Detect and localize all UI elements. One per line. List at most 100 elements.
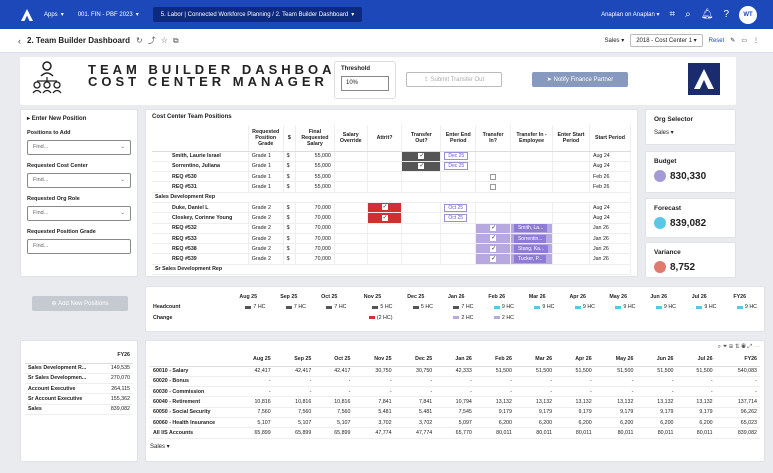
end-period-cell[interactable]	[440, 233, 477, 245]
help-icon[interactable]: ?	[723, 9, 729, 20]
salary-override-cell[interactable]	[334, 202, 368, 214]
checkbox-checked[interactable]	[490, 234, 496, 242]
view-icon[interactable]: ◉	[741, 344, 746, 350]
start-period-input[interactable]	[552, 202, 590, 214]
end-period-tag[interactable]: Dec 25	[444, 162, 469, 171]
expand-icon[interactable]: ⤢	[748, 344, 753, 350]
salary-override-cell[interactable]	[334, 223, 368, 234]
salary-override-cell[interactable]	[334, 233, 368, 245]
employee-tag[interactable]: Smith, La...	[513, 224, 548, 233]
checkbox-checked[interactable]	[490, 224, 496, 232]
start-period-input[interactable]	[552, 212, 590, 224]
search-icon[interactable]: ⌕	[685, 9, 691, 20]
transfer-in-employee-cell[interactable]	[510, 171, 554, 183]
end-period-cell[interactable]: Dec 25	[440, 161, 477, 173]
transfer-out-cell[interactable]	[401, 223, 442, 234]
share-icon[interactable]: ⤴	[148, 35, 156, 46]
transfer-out-cell[interactable]	[401, 233, 442, 245]
positions-dropdown[interactable]: Find... ⌄	[27, 140, 131, 155]
transfer-in-employee-cell[interactable]	[510, 161, 554, 173]
transfer-in-cell[interactable]	[475, 212, 511, 224]
page-context-menu[interactable]: 5. Labor | Connected Workforce Planning …	[152, 7, 363, 22]
attrit-cell[interactable]	[367, 223, 403, 234]
transfer-in-employee-cell[interactable]: Tucker, P...	[510, 253, 554, 265]
start-period-input[interactable]	[552, 161, 590, 173]
end-period-cell[interactable]: Oct 25	[440, 212, 477, 224]
anaplan-logo-icon[interactable]	[16, 4, 38, 26]
attrit-cell[interactable]	[367, 171, 403, 183]
end-period-cell[interactable]	[440, 223, 477, 234]
transfer-out-cell[interactable]	[401, 202, 442, 214]
transfer-out-cell[interactable]	[401, 243, 442, 255]
end-period-cell[interactable]	[440, 253, 477, 265]
grade-cell[interactable]: Grade 2	[248, 202, 284, 214]
checkbox-checked[interactable]	[490, 255, 496, 262]
transfer-in-employee-cell[interactable]	[510, 212, 554, 224]
notify-finance-partner-button[interactable]: ➤ Notify Finance Partner	[532, 72, 628, 87]
apps-menu[interactable]: Apps ▾	[44, 11, 64, 19]
start-period-input[interactable]	[552, 233, 590, 245]
star-icon[interactable]: ☆	[161, 36, 168, 45]
grade-cell[interactable]: Grade 2	[248, 243, 284, 255]
transfer-in-cell[interactable]	[475, 233, 511, 245]
transfer-out-cell[interactable]	[401, 212, 442, 224]
transfer-in-cell[interactable]	[475, 151, 511, 162]
employee-tag[interactable]: Stang, Ka...	[513, 244, 549, 253]
threshold-input[interactable]: 10%	[341, 76, 389, 91]
end-period-cell[interactable]: Oct 25	[440, 202, 477, 214]
salary-override-cell[interactable]	[334, 253, 368, 265]
transfer-out-cell[interactable]	[401, 181, 442, 193]
end-period-tag[interactable]: Oct 25	[444, 213, 468, 222]
org-selector-dropdown[interactable]: Sales ▾	[654, 129, 727, 136]
employee-tag[interactable]: Tucker, P...	[513, 255, 547, 264]
cost-center-dropdown[interactable]: Find... ⌄	[27, 173, 131, 188]
attrit-cell[interactable]	[367, 161, 403, 173]
end-period-cell[interactable]: Dec 25	[440, 151, 477, 162]
transfer-in-cell[interactable]	[475, 243, 511, 255]
account-budget-footer-selector[interactable]: Sales ▾	[150, 443, 760, 450]
attrit-cell[interactable]	[367, 233, 403, 245]
salary-override-cell[interactable]	[334, 171, 368, 183]
attrit-cell[interactable]	[367, 212, 403, 224]
end-period-cell[interactable]	[440, 243, 477, 255]
org-role-dropdown[interactable]: Find... ⌄	[27, 206, 131, 221]
grade-cell[interactable]: Grade 2	[248, 253, 284, 265]
checkbox[interactable]	[490, 183, 497, 190]
checkbox-checked[interactable]	[418, 152, 424, 159]
attrit-cell[interactable]	[367, 151, 403, 162]
filter-icon[interactable]: ⏷	[723, 344, 728, 350]
transfer-in-employee-cell[interactable]: Smith, La...	[510, 223, 554, 234]
transfer-in-employee-cell[interactable]	[510, 202, 554, 214]
start-period-input[interactable]	[552, 253, 590, 265]
transfer-in-employee-cell[interactable]: Stang, Ka...	[510, 243, 554, 255]
start-period-input[interactable]	[552, 171, 590, 183]
grade-cell[interactable]: Grade 1	[248, 181, 284, 193]
transfer-out-cell[interactable]	[401, 253, 442, 265]
external-link-icon[interactable]: ⧉	[173, 36, 179, 46]
comment-icon[interactable]: ▭	[741, 37, 747, 44]
pivot-icon[interactable]: ⊞	[729, 344, 733, 350]
transfer-out-cell[interactable]	[401, 151, 442, 162]
reset-button[interactable]: Reset	[709, 38, 725, 44]
transfer-in-employee-cell[interactable]	[510, 151, 554, 162]
transfer-in-cell[interactable]	[475, 202, 511, 214]
grid-icon[interactable]: ⌗	[669, 9, 675, 20]
transfer-out-cell[interactable]	[401, 161, 442, 173]
transfer-in-cell[interactable]	[475, 223, 511, 234]
attrit-cell[interactable]	[367, 253, 403, 265]
grade-cell[interactable]: Grade 2	[248, 212, 284, 224]
transfer-out-cell[interactable]	[401, 171, 442, 183]
sort-icon[interactable]: ⇅	[735, 344, 740, 350]
transfer-in-cell[interactable]	[475, 181, 511, 193]
grade-cell[interactable]: Grade 1	[248, 161, 284, 173]
avatar[interactable]: WT	[739, 5, 757, 24]
back-icon[interactable]: ‹	[18, 36, 21, 46]
add-new-positions-button[interactable]: ⊕ Add New Positions	[32, 296, 128, 311]
salary-override-cell[interactable]	[334, 161, 368, 173]
grade-cell[interactable]: Grade 2	[248, 223, 284, 234]
grade-dropdown[interactable]: Find...	[27, 239, 131, 254]
attrit-cell[interactable]	[367, 181, 403, 193]
employee-tag[interactable]: Sorrentin...	[513, 234, 547, 243]
start-period-input[interactable]	[552, 151, 590, 162]
checkbox[interactable]	[490, 173, 497, 180]
